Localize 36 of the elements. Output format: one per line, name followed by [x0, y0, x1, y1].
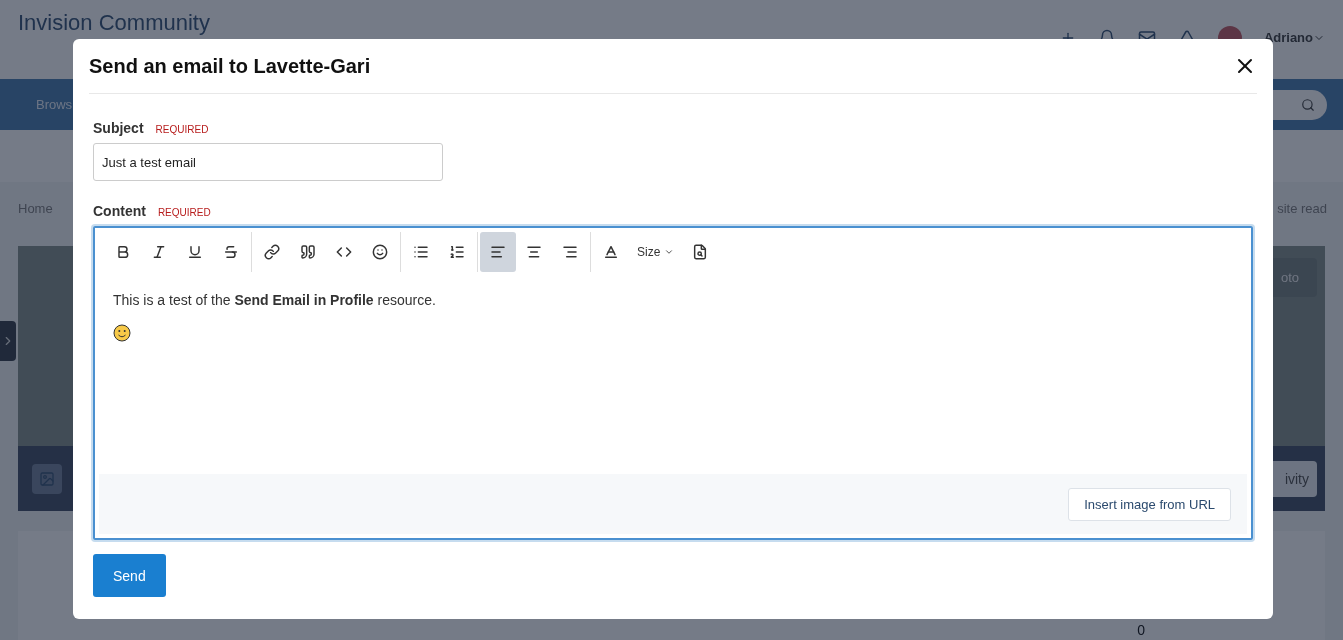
- nav-item[interactable]: Brows: [36, 97, 73, 112]
- underline-icon: [187, 244, 203, 260]
- align-left-icon: [490, 244, 506, 260]
- bold-icon: [115, 244, 131, 260]
- field-label: Subject: [93, 120, 144, 136]
- align-left-button[interactable]: [480, 232, 516, 272]
- caret-icon: [664, 247, 675, 257]
- user-menu[interactable]: Adriano: [1263, 30, 1325, 45]
- search-icon: [1301, 97, 1315, 112]
- font-size-dropdown[interactable]: Size: [629, 232, 683, 272]
- quote-icon: [300, 244, 316, 260]
- sidebar-toggle[interactable]: [0, 321, 16, 361]
- message-text: This is a test of the Send Email in Profile resource.: [113, 292, 437, 308]
- field-label: Content: [93, 203, 146, 219]
- align-right-icon: [562, 244, 578, 260]
- required-label: REQUIRED: [157, 207, 211, 218]
- code-icon: [336, 244, 352, 260]
- insert-image-button[interactable]: Insert image from URL: [1068, 487, 1231, 521]
- smiley-emoji-icon: [113, 324, 131, 342]
- subject-field[interactable]: Just a test email: [93, 143, 443, 181]
- strikethrough-icon: [223, 244, 239, 260]
- send-button[interactable]: Send: [93, 554, 166, 597]
- link-icon: [264, 244, 280, 260]
- numbered-list-icon: [449, 244, 465, 260]
- align-center-icon: [526, 244, 542, 260]
- stat-count: 0: [1137, 622, 1145, 640]
- rich-text-editor[interactable]: Size This is a test of the Send Email in Profile resource. Insert image from URL: [93, 226, 1253, 540]
- bullet-list-icon: [413, 244, 429, 260]
- image-icon: [39, 470, 55, 487]
- emoji-icon: [372, 244, 388, 260]
- italic-icon: [151, 244, 167, 260]
- preview-icon: [692, 244, 709, 260]
- required-label: REQUIRED: [155, 124, 209, 135]
- dialog-title: Send an email to Lavette-Gari: [89, 54, 371, 78]
- text-color-icon: [603, 244, 619, 260]
- site-title[interactable]: Invision Community: [18, 9, 210, 36]
